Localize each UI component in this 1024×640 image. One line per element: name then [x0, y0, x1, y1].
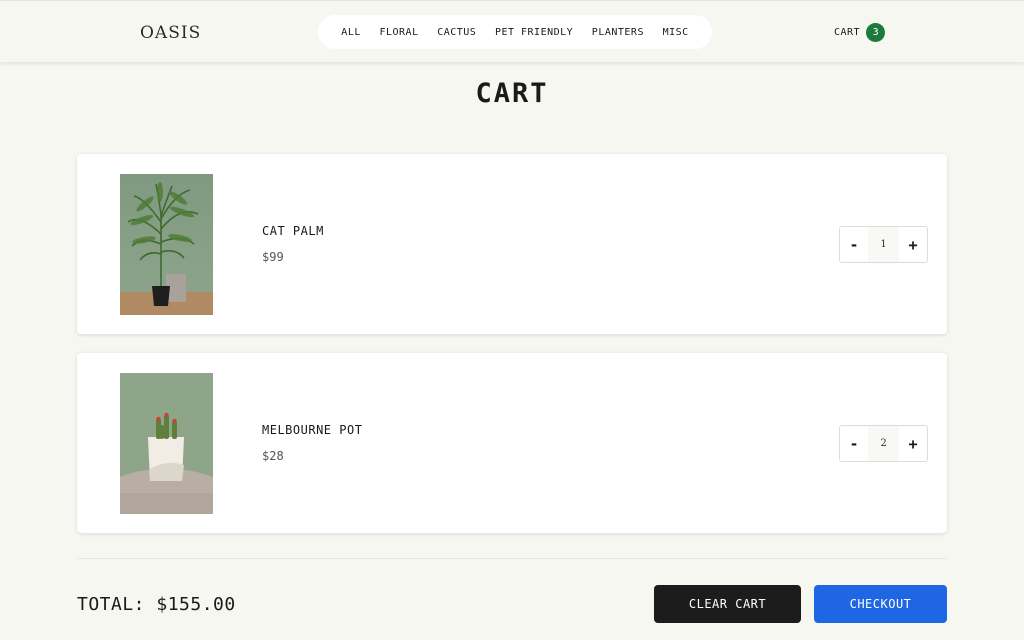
item-price: $99 [262, 250, 284, 264]
nav-item-floral[interactable]: FLORAL [379, 27, 418, 38]
nav-item-all[interactable]: ALL [341, 27, 361, 38]
cart-link-label: CART [834, 27, 861, 38]
nav-item-misc[interactable]: MISC [663, 27, 689, 38]
item-name: CAT PALM [262, 224, 324, 238]
category-nav: ALL FLORAL CACTUS PET FRIENDLY PLANTERS … [318, 15, 712, 49]
cart-item: MELBOURNE POT $28 - 2 + [77, 353, 947, 533]
page-title: CART [475, 78, 549, 109]
divider [77, 558, 947, 559]
item-name: MELBOURNE POT [262, 423, 363, 437]
item-price: $28 [262, 449, 284, 463]
quantity-stepper: - 1 + [839, 226, 928, 263]
increase-quantity-button[interactable]: + [899, 435, 927, 453]
cart-count-badge: 3 [866, 23, 886, 42]
quantity-stepper: - 2 + [839, 425, 928, 462]
product-image-cat-palm [120, 174, 213, 315]
nav-item-planters[interactable]: PLANTERS [592, 27, 644, 38]
quantity-value[interactable]: 1 [868, 227, 899, 262]
nav-item-pet-friendly[interactable]: PET FRIENDLY [495, 27, 573, 38]
decrease-quantity-button[interactable]: - [840, 236, 868, 254]
decrease-quantity-button[interactable]: - [840, 435, 868, 453]
cart-total: TOTAL: $155.00 [77, 594, 236, 615]
product-image-melbourne-pot [120, 373, 213, 514]
quantity-value[interactable]: 2 [868, 426, 899, 461]
increase-quantity-button[interactable]: + [899, 236, 927, 254]
cart-item: CAT PALM $99 - 1 + [77, 154, 947, 334]
nav-item-cactus[interactable]: CACTUS [437, 27, 476, 38]
top-navbar: OASIS ALL FLORAL CACTUS PET FRIENDLY PLA… [0, 0, 1024, 62]
cart-link[interactable]: CART 3 [834, 23, 886, 42]
checkout-button[interactable]: CHECKOUT [814, 585, 947, 623]
clear-cart-button[interactable]: CLEAR CART [654, 585, 801, 623]
brand-logo[interactable]: OASIS [140, 23, 201, 43]
